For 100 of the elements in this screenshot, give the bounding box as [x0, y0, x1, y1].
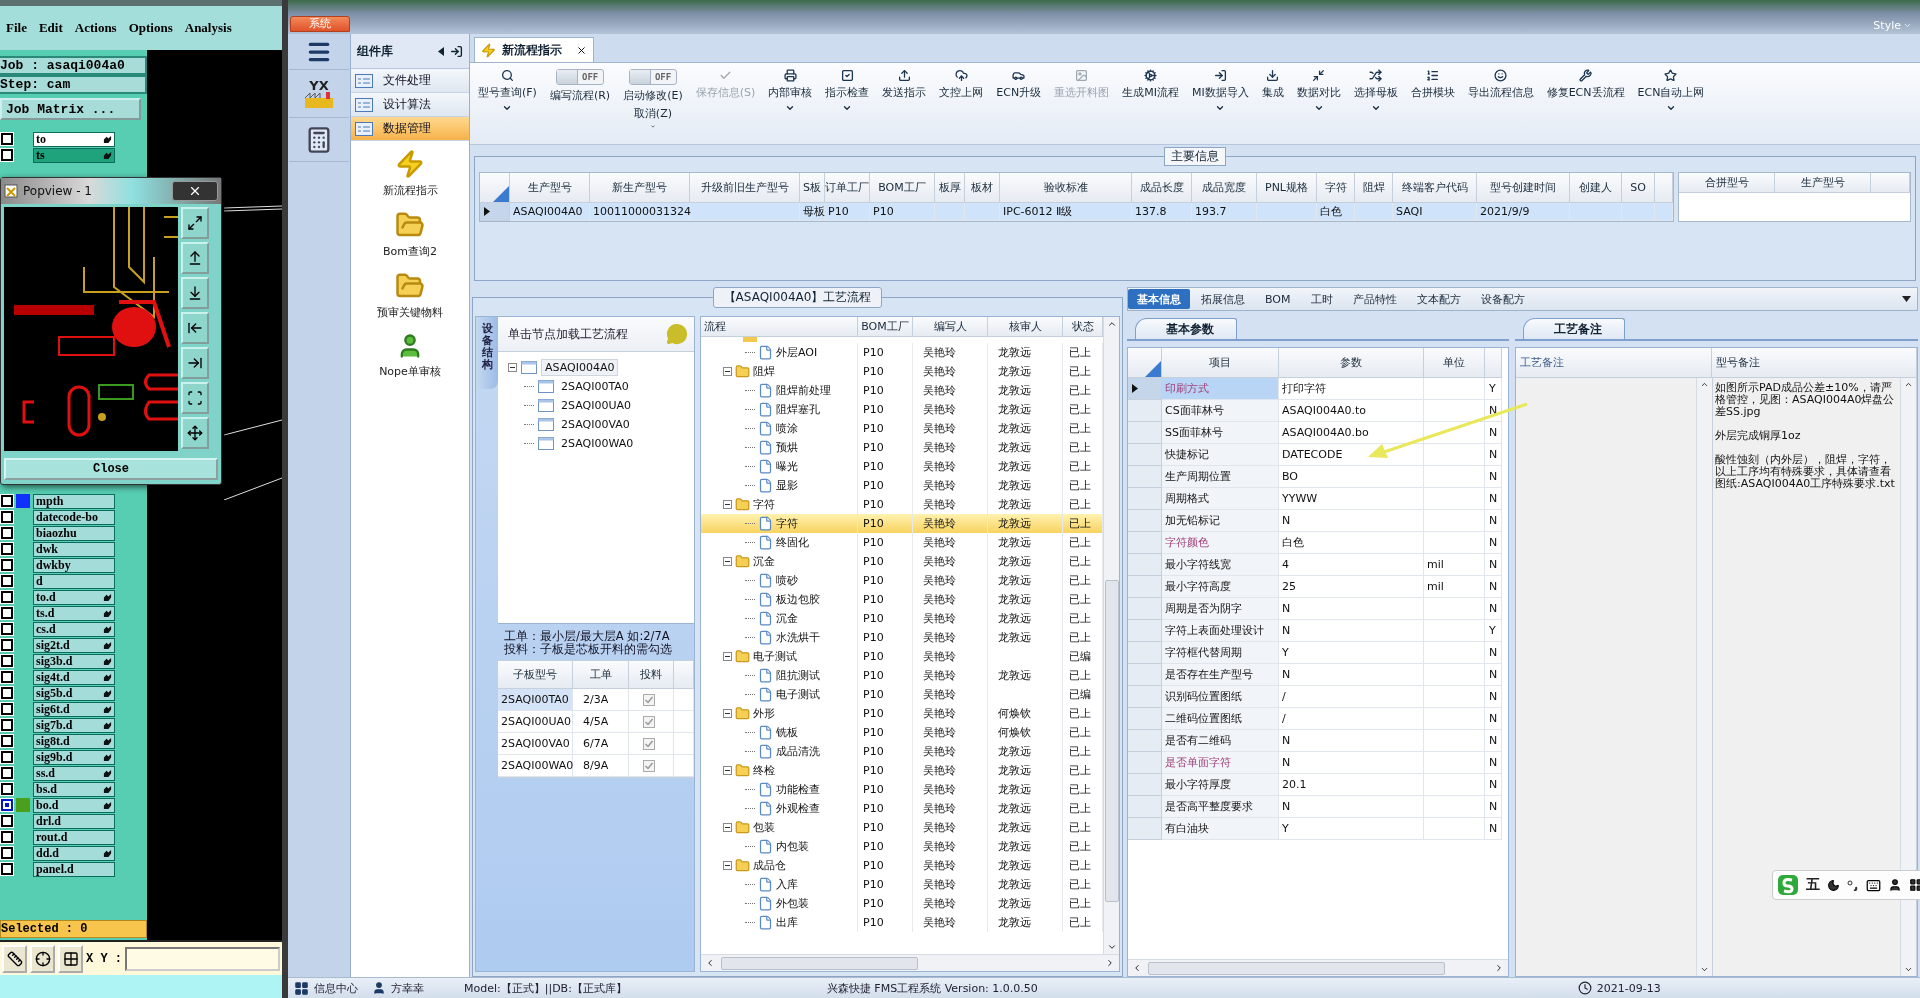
scroll-thumb[interactable] — [721, 956, 918, 970]
tree-node[interactable]: 2SAQI00WA0 — [558, 435, 637, 451]
process-row[interactable]: 终固化 P10 吴艳玲 龙敦远 已上 — [701, 533, 1103, 552]
scroll-thumb[interactable] — [1104, 579, 1119, 902]
toggle-switch[interactable]: OFF 启动修改(E) 取消(Z) — [623, 67, 683, 131]
menu-item[interactable]: File — [6, 20, 27, 36]
layer-checkbox[interactable] — [1, 799, 13, 811]
column-header[interactable]: PNL规格 — [1257, 173, 1317, 203]
tab[interactable]: 产品特性 — [1343, 289, 1406, 309]
layer-checkbox[interactable] — [1, 591, 13, 603]
process-row[interactable]: 外层AOI P10 吴艳玲 龙敦远 已上 — [701, 343, 1103, 362]
tree-node[interactable]: 2SAQI00UA0 — [558, 397, 634, 413]
tree-node[interactable]: ASAQI004A0 — [541, 358, 619, 376]
toolbar-button[interactable]: 修复ECN丢流程 — [1546, 67, 1625, 131]
layer-checkbox[interactable] — [1, 133, 13, 145]
layer-item[interactable]: cs.d — [33, 621, 115, 637]
column-header[interactable]: 升级前旧生产型号 — [690, 173, 800, 203]
layer-checkbox[interactable] — [1, 703, 13, 715]
layer-checkbox[interactable] — [1, 847, 13, 859]
column-header[interactable]: SO — [1622, 173, 1655, 203]
column-header[interactable]: 状态 — [1063, 317, 1103, 337]
column-header[interactable]: BOM工厂 — [870, 173, 935, 203]
checkbox[interactable] — [643, 715, 655, 728]
process-row[interactable]: 铣板 P10 吴艳玲 何焕钦 已上 — [701, 723, 1103, 742]
process-row[interactable]: 内包装 P10 吴艳玲 龙敦远 已上 — [701, 837, 1103, 856]
process-row[interactable]: 阻焊前处理 P10 吴艳玲 龙敦远 已上 — [701, 381, 1103, 400]
column-header[interactable]: 订单工厂 — [825, 173, 870, 203]
table-row[interactable]: 字符框代替周期 Y N — [1128, 642, 1508, 664]
table-row[interactable]: ASAQI004A0 10011000031324 母板 P10 P10 IPC-6012 Ⅱ级 137.8 193.7 白色 SAQI 2021/9/9 — [480, 203, 1673, 221]
layer-item[interactable]: sig8t.d — [33, 733, 115, 749]
process-row[interactable]: 阻焊 P10 吴艳玲 龙敦远 已上 — [701, 362, 1103, 381]
process-row[interactable]: 入库 P10 吴艳玲 龙敦远 已上 — [701, 875, 1103, 894]
process-row[interactable]: 显影 P10 吴艳玲 龙敦远 已上 — [701, 476, 1103, 495]
row-header[interactable] — [480, 203, 510, 221]
table-row[interactable]: 最小字符高度 25 mil N — [1128, 576, 1508, 598]
table-row[interactable]: 周期是否为阴字 N N — [1128, 598, 1508, 620]
toolbar-button[interactable]: 生成MI流程 — [1122, 67, 1179, 131]
table-row[interactable]: 二维码位置图纸 / N — [1128, 708, 1508, 730]
table-row[interactable]: 字符颜色 白色 N — [1128, 532, 1508, 554]
table-row[interactable]: 最小字符线宽 4 mil N — [1128, 554, 1508, 576]
column-header[interactable]: 项目 — [1162, 348, 1279, 378]
pane-tab[interactable]: 工艺备注 — [1523, 318, 1625, 339]
layer-checkbox[interactable] — [1, 655, 13, 667]
collapse-icon[interactable] — [723, 709, 732, 718]
checkbox[interactable] — [643, 759, 655, 772]
toolbar-button[interactable]: MI数据导入 — [1191, 67, 1249, 131]
ime-mode[interactable]: 五 — [1806, 876, 1820, 894]
process-row[interactable]: 字符 P10 吴艳玲 龙敦远 已上 — [701, 514, 1103, 533]
column-header[interactable]: 字符 — [1317, 173, 1355, 203]
layer-item[interactable]: ss.d — [33, 765, 115, 781]
layer-item[interactable]: datecode-bo — [33, 509, 115, 525]
scroll-thumb[interactable] — [1148, 961, 1445, 975]
horizontal-scrollbar[interactable] — [1128, 959, 1508, 976]
close-button[interactable]: Close — [4, 458, 218, 480]
layer-item[interactable]: to — [33, 131, 115, 147]
process-row[interactable]: 曝光 P10 吴艳玲 龙敦远 已上 — [701, 457, 1103, 476]
layer-item[interactable]: dwkby — [33, 557, 115, 573]
ime-logo-icon[interactable] — [1777, 874, 1799, 896]
process-row[interactable]: 成品仓 P10 吴艳玲 龙敦远 已上 — [701, 856, 1103, 875]
toolbar-button[interactable]: 内部审核 — [768, 67, 813, 131]
layer-item[interactable]: sig7b.d — [33, 717, 115, 733]
layer-checkbox[interactable] — [1, 623, 13, 635]
layer-item[interactable]: rout.d — [33, 829, 115, 845]
column-header[interactable]: 合拼型号 — [1679, 173, 1775, 193]
column-header[interactable]: 工单 — [573, 661, 629, 689]
layer-item[interactable]: d — [33, 573, 115, 589]
layer-item[interactable]: panel.d — [33, 861, 115, 877]
category-item[interactable]: 数据管理 — [351, 117, 469, 141]
column-header[interactable]: 阻焊 — [1355, 173, 1393, 203]
column-header[interactable]: 型号备注 — [1712, 348, 1917, 378]
layer-item[interactable]: sig4t.d — [33, 669, 115, 685]
column-header[interactable]: 成品长度 — [1132, 173, 1192, 203]
view-tool-button[interactable] — [181, 242, 209, 274]
column-header[interactable]: 投料 — [629, 661, 674, 689]
layer-checkbox[interactable] — [1, 831, 13, 843]
process-row[interactable]: 沉金 P10 吴艳玲 龙敦远 已上 — [701, 609, 1103, 628]
column-header[interactable]: S板 — [800, 173, 825, 203]
toolbar-button[interactable]: 集成 — [1261, 67, 1284, 131]
toolbar-button[interactable]: 型号查询(F) — [478, 67, 537, 131]
column-header[interactable]: 验收标准 — [1000, 173, 1132, 203]
layer-checkbox[interactable] — [1, 607, 13, 619]
moon-icon[interactable] — [1827, 878, 1840, 892]
category-item[interactable]: 文件处理 — [351, 69, 469, 93]
layer-item[interactable]: sig5b.d — [33, 685, 115, 701]
layer-item[interactable]: bo.d — [33, 797, 115, 813]
layer-item[interactable]: sig3b.d — [33, 653, 115, 669]
keyboard-icon[interactable] — [1866, 877, 1881, 893]
table-row[interactable]: 2SAQI00VA0 6/7A — [498, 733, 694, 755]
table-row[interactable]: 2SAQI00TA0 2/3A — [498, 689, 694, 711]
collapse-icon[interactable] — [723, 652, 732, 661]
layer-checkbox[interactable] — [1, 149, 13, 161]
process-row[interactable]: 外形 P10 吴艳玲 何焕钦 已上 — [701, 704, 1103, 723]
layer-item[interactable]: ts.d — [33, 605, 115, 621]
toolbar-button[interactable]: 文控上网 — [939, 67, 984, 131]
document-tab[interactable]: 新流程指示 — [474, 37, 594, 62]
layer-checkbox[interactable] — [1, 815, 13, 827]
tool-item[interactable]: 新流程指示 — [351, 141, 469, 202]
layer-checkbox[interactable] — [1, 863, 13, 875]
process-row[interactable]: 沉金 P10 吴艳玲 龙敦远 已上 — [701, 552, 1103, 571]
column-header[interactable]: 核审人 — [988, 317, 1063, 337]
